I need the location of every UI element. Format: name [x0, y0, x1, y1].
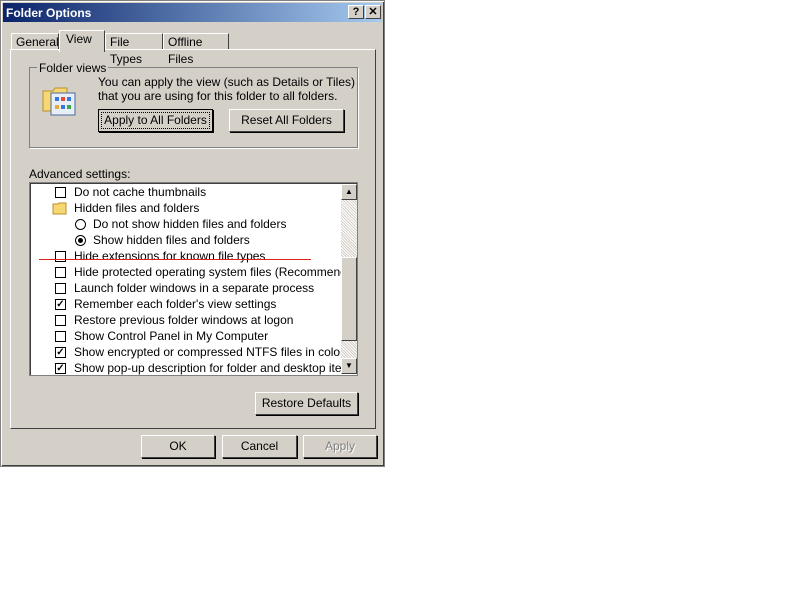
list-item-label: Show encrypted or compressed NTFS files …	[74, 345, 345, 359]
annotation-strike-line	[39, 259, 311, 260]
checkbox-hide-extensions[interactable]	[55, 251, 66, 262]
tab-view[interactable]: View	[59, 30, 105, 52]
reset-all-folders-button[interactable]: Reset All Folders	[229, 109, 344, 132]
advanced-settings-list[interactable]: Do not cache thumbnails Hidden files and…	[29, 182, 358, 376]
list-item-label: Hide protected operating system files (R…	[74, 265, 358, 279]
checkbox-do-not-cache-thumbnails[interactable]	[55, 187, 66, 198]
folder-icon	[52, 202, 67, 215]
list-item-label: Hidden files and folders	[74, 201, 200, 215]
apply-to-all-folders-label: Apply to All Folders	[104, 113, 207, 127]
checkbox-show-encrypted-color[interactable]: ✓	[55, 347, 66, 358]
tab-offline-files[interactable]: Offline Files	[163, 33, 229, 66]
checkbox-restore-previous-windows[interactable]	[55, 315, 66, 326]
tab-general[interactable]: General	[11, 33, 59, 50]
checkbox-hide-protected-os-files[interactable]	[55, 267, 66, 278]
apply-button[interactable]: Apply	[303, 435, 377, 458]
list-item-label: Do not show hidden files and folders	[93, 217, 287, 231]
tab-file-types[interactable]: File Types	[105, 33, 163, 66]
ok-button[interactable]: OK	[141, 435, 215, 458]
restore-defaults-button[interactable]: Restore Defaults	[255, 392, 358, 415]
cancel-button[interactable]: Cancel	[222, 435, 297, 458]
list-item-label: Show pop-up description for folder and d…	[74, 361, 358, 375]
title-bar[interactable]: Folder Options ? ✕	[3, 3, 382, 22]
folder-options-dialog: Folder Options ? ✕ General View File Typ…	[0, 0, 385, 467]
help-button[interactable]: ?	[348, 5, 364, 19]
radio-show-hidden[interactable]	[75, 235, 86, 246]
window-title: Folder Options	[6, 6, 92, 20]
cancel-label: Cancel	[240, 439, 279, 453]
scroll-down-button[interactable]: ▼	[341, 358, 357, 374]
ok-label: OK	[169, 439, 187, 453]
list-scrollbar[interactable]: ▲ ▼	[341, 184, 357, 374]
restore-defaults-label: Restore Defaults	[261, 396, 352, 410]
checkbox-show-control-panel[interactable]	[55, 331, 66, 342]
list-item-label: Restore previous folder windows at logon	[74, 313, 294, 327]
folder-views-description: You can apply the view (such as Details …	[98, 75, 356, 103]
reset-all-folders-label: Reset All Folders	[241, 113, 332, 127]
list-item-label: Remember each folder's view settings	[74, 297, 277, 311]
folder-views-label: Folder views	[37, 61, 109, 75]
advanced-settings-label: Advanced settings:	[29, 167, 131, 181]
folder-views-icon	[42, 87, 76, 116]
close-button[interactable]: ✕	[365, 5, 381, 19]
scroll-thumb[interactable]	[341, 257, 357, 341]
scroll-up-button[interactable]: ▲	[341, 184, 357, 200]
list-item-label: Hide extensions for known file types	[74, 249, 266, 263]
checkbox-show-popup-description[interactable]: ✓	[55, 363, 66, 374]
list-item-label: Show hidden files and folders	[93, 233, 250, 247]
apply-to-all-folders-button[interactable]: Apply to All Folders	[98, 109, 213, 132]
apply-label: Apply	[324, 439, 356, 453]
list-item-label: Do not cache thumbnails	[74, 185, 207, 199]
checkbox-remember-view-settings[interactable]: ✓	[55, 299, 66, 310]
list-item-label: Launch folder windows in a separate proc…	[74, 281, 315, 295]
checkbox-launch-separate-process[interactable]	[55, 283, 66, 294]
list-item-label: Show Control Panel in My Computer	[74, 329, 269, 343]
radio-do-not-show-hidden[interactable]	[75, 219, 86, 230]
